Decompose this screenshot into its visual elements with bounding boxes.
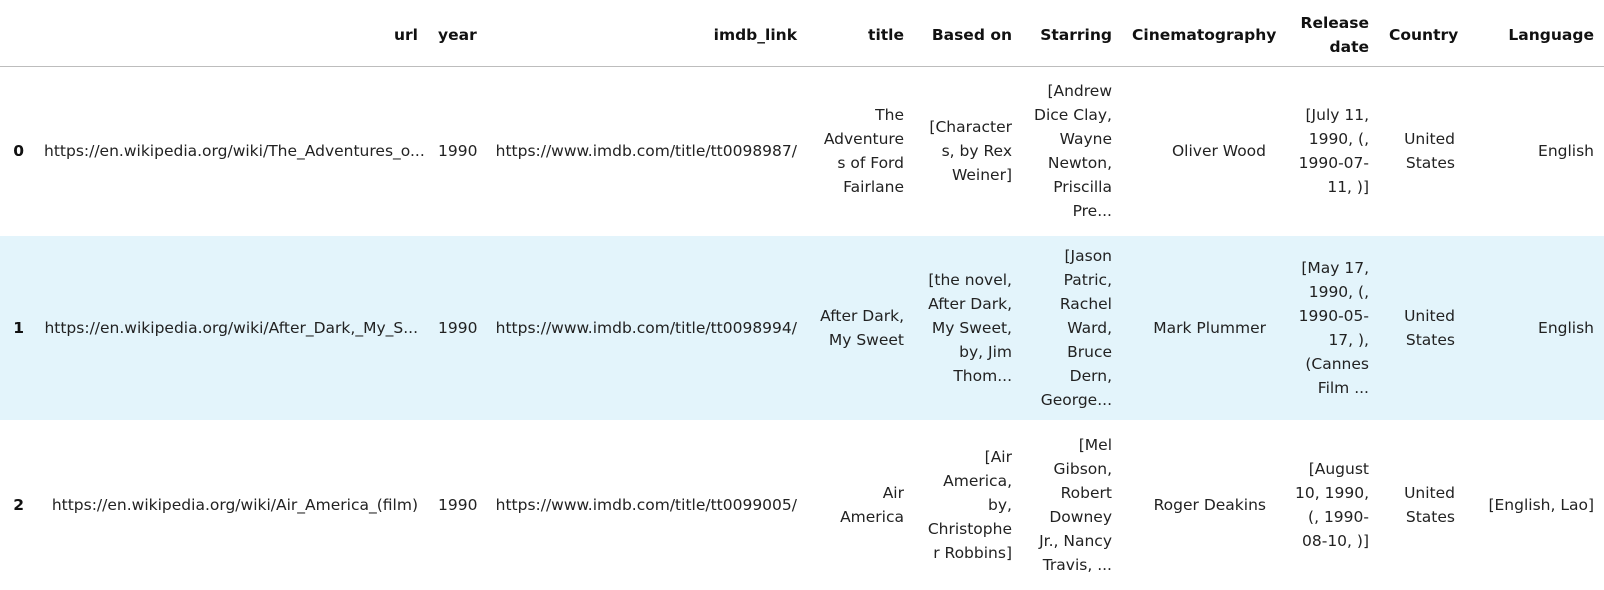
- row-index: 1: [13, 319, 24, 337]
- column-header-country[interactable]: Country: [1379, 0, 1465, 67]
- cell-release-date: [May 17, 1990, (, 1990-05-17, ), (Cannes…: [1298, 259, 1369, 397]
- column-header-language[interactable]: Language: [1465, 0, 1604, 67]
- cell-country: United States: [1404, 484, 1455, 526]
- row-index: 0: [13, 142, 24, 161]
- cell-imdb-link: https://www.imdb.com/title/tt0098994/: [495, 319, 797, 337]
- column-header-title[interactable]: title: [807, 0, 914, 67]
- index-header: [0, 0, 34, 67]
- cell-language: English: [1538, 319, 1594, 337]
- cell-country: United States: [1404, 307, 1455, 349]
- cell-title: After Dark, My Sweet: [820, 307, 904, 349]
- table-row[interactable]: 0 https://en.wikipedia.org/wiki/The_Adve…: [0, 66, 1604, 236]
- cell-year: 1990: [438, 496, 478, 514]
- cell-cinematography: Oliver Wood: [1171, 142, 1266, 161]
- cell-language: English: [1538, 142, 1594, 161]
- cell-imdb-link: https://www.imdb.com/title/tt0099005/: [495, 496, 797, 514]
- table-header: url year imdb_link title Based on Starri…: [0, 0, 1604, 67]
- column-header-release-date[interactable]: Release date: [1276, 0, 1379, 67]
- cell-cinematography: Mark Plummer: [1153, 319, 1266, 337]
- cell-release-date: [July 11, 1990, (, 1990-07-11, )]: [1298, 106, 1369, 197]
- cell-year: 1990: [438, 142, 478, 161]
- column-header-starring[interactable]: Starring: [1022, 0, 1122, 67]
- cell-starring: [Jason Patric, Rachel Ward, Bruce Dern, …: [1040, 247, 1112, 409]
- cell-url: https://en.wikipedia.org/wiki/Air_Americ…: [51, 496, 418, 514]
- column-header-year[interactable]: year: [428, 0, 484, 67]
- dataframe-table: url year imdb_link title Based on Starri…: [0, 0, 1604, 590]
- table-row[interactable]: 1 https://en.wikipedia.org/wiki/After_Da…: [0, 236, 1604, 420]
- cell-imdb-link: https://www.imdb.com/title/tt0098987/: [495, 142, 797, 161]
- row-index: 2: [13, 496, 24, 514]
- cell-url: https://en.wikipedia.org/wiki/The_Advent…: [44, 142, 425, 161]
- cell-url: https://en.wikipedia.org/wiki/After_Dark…: [44, 319, 418, 337]
- cell-language: [English, Lao]: [1488, 496, 1594, 514]
- cell-year: 1990: [438, 319, 478, 337]
- column-header-cinematography[interactable]: Cinematography: [1122, 0, 1276, 67]
- table-body: 0 https://en.wikipedia.org/wiki/The_Adve…: [0, 66, 1604, 590]
- cell-based-on: [the novel, After Dark, My Sweet, by, Ji…: [928, 271, 1012, 385]
- cell-starring: [Mel Gibson, Robert Downey Jr., Nancy Tr…: [1039, 436, 1112, 574]
- column-header-imdb-link[interactable]: imdb_link: [484, 0, 807, 67]
- table-row[interactable]: 2 https://en.wikipedia.org/wiki/Air_Amer…: [0, 420, 1604, 590]
- cell-cinematography: Roger Deakins: [1153, 496, 1266, 514]
- cell-release-date: [August 10, 1990, (, 1990-08-10, )]: [1295, 460, 1369, 550]
- cell-country: United States: [1404, 130, 1455, 173]
- cell-title: Air America: [840, 484, 904, 526]
- column-header-url[interactable]: url: [34, 0, 428, 67]
- column-header-based-on[interactable]: Based on: [914, 0, 1022, 67]
- cell-based-on: [Characters, by Rex Weiner]: [929, 118, 1012, 185]
- header-row: url year imdb_link title Based on Starri…: [0, 0, 1604, 67]
- cell-title: The Adventures of Ford Fairlane: [823, 106, 904, 197]
- cell-based-on: [Air America, by, Christopher Robbins]: [927, 448, 1012, 562]
- cell-starring: [Andrew Dice Clay, Wayne Newton, Priscil…: [1034, 82, 1112, 221]
